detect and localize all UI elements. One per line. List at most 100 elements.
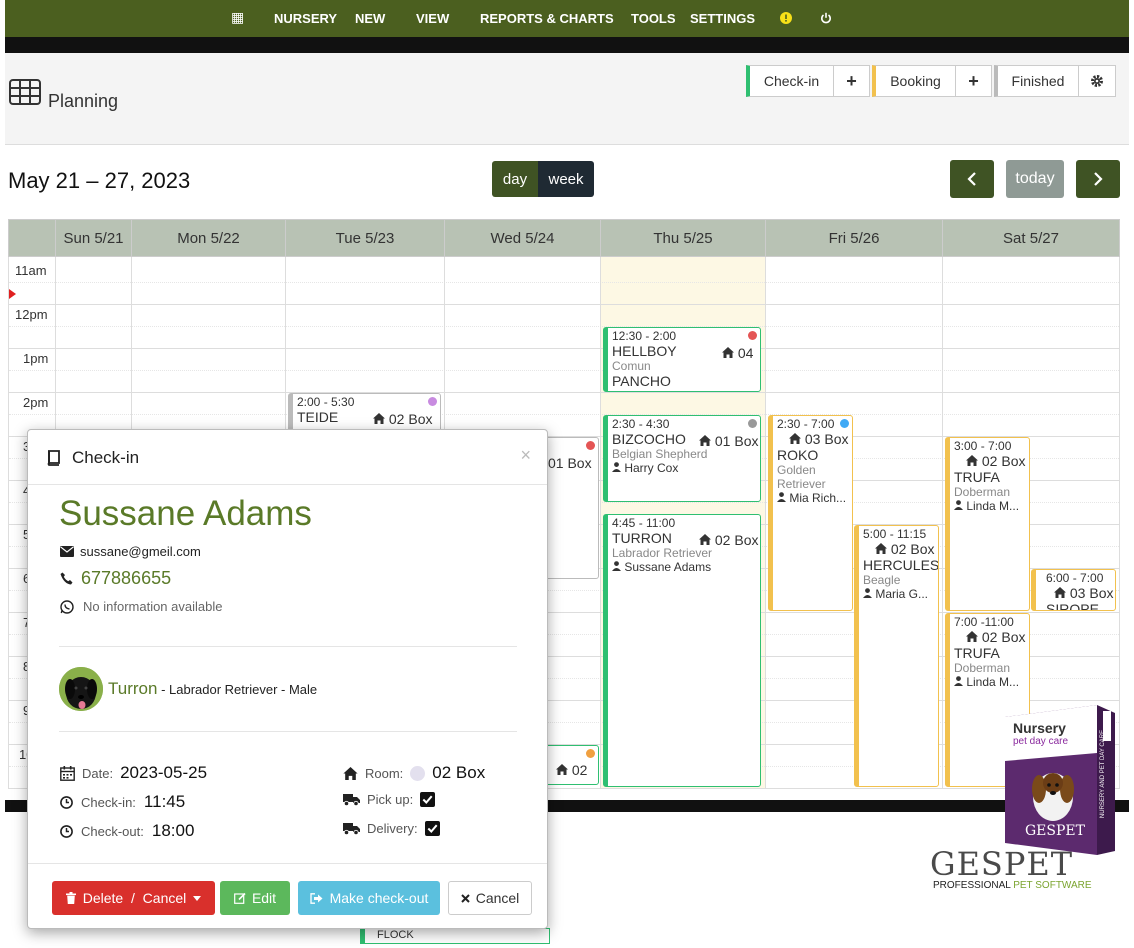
- status-dot: [428, 397, 437, 406]
- event-box: 02 Box: [863, 541, 938, 557]
- home-icon: [875, 543, 887, 554]
- time-label: 12pm: [15, 307, 48, 322]
- checkin-time-value: 11:45: [143, 792, 186, 811]
- warning-icon[interactable]: [780, 12, 792, 27]
- home-icon: [789, 433, 801, 444]
- client-phone[interactable]: 677886655: [81, 568, 171, 589]
- divider: [59, 731, 517, 732]
- view-day-label: day: [502, 170, 528, 188]
- event-box: 02 Box: [954, 629, 1029, 645]
- event-owner: Linda M...: [954, 675, 1029, 689]
- view-day-button[interactable]: day: [492, 161, 538, 197]
- delivery-checkbox[interactable]: [424, 821, 440, 836]
- checkin-button[interactable]: Check-in: [746, 65, 834, 97]
- event-breed: Belgian Shepherd: [612, 447, 708, 461]
- divider: [59, 646, 517, 647]
- delete-cancel-button[interactable]: Delete / Cancel: [52, 881, 215, 915]
- nav-settings[interactable]: SETTINGS: [690, 11, 755, 26]
- home-icon: [1054, 587, 1066, 598]
- event-box: 01 Box: [548, 455, 592, 471]
- home-icon: [966, 631, 978, 642]
- booking-button[interactable]: Booking: [872, 65, 956, 97]
- event-hercules[interactable]: 5:00 - 11:15 02 Box HERCULES Beagle Mari…: [854, 525, 939, 787]
- event-box: 02 Box: [954, 453, 1029, 469]
- status-dot: [586, 441, 595, 450]
- finished-button[interactable]: Finished: [994, 65, 1079, 97]
- user-icon: [777, 492, 786, 502]
- event-trufa[interactable]: 3:00 - 7:00 02 Box TRUFA Doberman Linda …: [945, 437, 1030, 611]
- event-time: 2:30 - 4:30: [612, 417, 670, 431]
- event-box: 04: [722, 345, 753, 361]
- event-turron[interactable]: 4:45 - 11:00 TURRON Labrador Retriever S…: [603, 514, 761, 787]
- event-box: 02 Box: [699, 532, 758, 548]
- room-color-dot: [410, 765, 426, 781]
- checkin-button-label: Check-in: [763, 73, 820, 89]
- nav-view[interactable]: VIEW: [416, 11, 449, 26]
- power-icon[interactable]: [820, 12, 832, 27]
- chevron-right-icon: [1094, 172, 1103, 186]
- product-box-subtitle: pet day care: [1013, 736, 1069, 747]
- next-week-button[interactable]: [1076, 160, 1120, 198]
- whatsapp-icon: [60, 599, 74, 614]
- edit-button[interactable]: Edit: [220, 881, 290, 915]
- add-booking-button[interactable]: +: [955, 65, 992, 97]
- checkin-time-label: Check-in:: [81, 794, 136, 810]
- nav-nursery[interactable]: NURSERY: [274, 11, 337, 26]
- today-label: today: [1015, 170, 1055, 187]
- view-week-button[interactable]: week: [538, 161, 594, 197]
- event-pet-name: TRUFA: [954, 469, 1000, 485]
- nav-reports-charts[interactable]: REPORTS & CHARTS: [480, 11, 614, 26]
- status-dot: [840, 419, 849, 428]
- cancel-label: Cancel: [475, 890, 520, 906]
- user-icon: [863, 588, 872, 598]
- day-header-fri: Fri 5/26: [765, 220, 942, 258]
- event-breed: Doberman: [954, 485, 1011, 499]
- event-owner: PANCHO: [612, 373, 671, 389]
- product-box-image: Nursery pet day care GESPET NURSERY AND …: [1005, 705, 1115, 855]
- prev-week-button[interactable]: [950, 160, 994, 198]
- date-row: Date: 2023-05-25: [60, 763, 207, 783]
- checkout-time-label: Check-out:: [81, 823, 144, 839]
- event-bizcocho[interactable]: 2:30 - 4:30 BIZCOCHO Belgian Shepherd Ha…: [603, 415, 761, 502]
- make-checkout-button[interactable]: Make check-out: [298, 881, 440, 915]
- pet-avatar: [59, 667, 103, 711]
- event-time: 12:30 - 2:00: [612, 329, 677, 343]
- home-icon: [966, 455, 978, 466]
- checkin-time-row: Check-in: 11:45: [60, 792, 185, 812]
- event-owner: Mia Rich...: [777, 491, 852, 505]
- user-icon: [612, 462, 621, 472]
- pet-name[interactable]: Turron: [108, 679, 157, 698]
- day-header-sat: Sat 5/27: [942, 220, 1119, 258]
- event-partial-bottom[interactable]: FLOCK: [360, 928, 550, 944]
- pickup-row: Pick up:: [343, 792, 436, 807]
- event-breed: Comun: [612, 359, 651, 373]
- event-hellboy[interactable]: 12:30 - 2:00 HELLBOY Comun PANCHO 04: [603, 327, 761, 392]
- event-roko[interactable]: 2:30 - 7:00 03 Box ROKO Golden Retriever…: [768, 415, 853, 611]
- user-icon: [954, 676, 963, 686]
- add-checkin-button[interactable]: +: [833, 65, 870, 97]
- plus-icon: +: [846, 70, 857, 91]
- user-icon: [612, 561, 621, 571]
- pickup-checkbox[interactable]: [420, 792, 436, 807]
- cancel-button[interactable]: Cancel: [448, 881, 532, 915]
- gear-icon: [1091, 75, 1103, 87]
- delivery-row: Delivery:: [343, 821, 440, 836]
- nav-tools[interactable]: TOOLS: [631, 11, 676, 26]
- pet-info: Turron - Labrador Retriever - Male: [108, 679, 317, 699]
- pickup-label: Pick up:: [367, 792, 414, 807]
- time-label: 2pm: [23, 395, 49, 410]
- event-owner: Harry Cox: [612, 461, 760, 475]
- event-sirope[interactable]: 6:00 - 7:00 03 Box SIROPE: [1031, 569, 1116, 611]
- apps-grid-icon[interactable]: ▦: [231, 9, 244, 26]
- date-label: Date:: [82, 765, 114, 781]
- close-icon[interactable]: ×: [520, 445, 531, 466]
- nav-new[interactable]: NEW: [355, 11, 385, 26]
- client-email[interactable]: sussane@gmeil.com: [80, 544, 201, 559]
- event-pet-name: SIROPE: [1046, 601, 1099, 611]
- time-label: 1pm: [23, 351, 49, 366]
- settings-gear-button[interactable]: [1078, 65, 1116, 97]
- home-icon: [373, 413, 385, 424]
- event-pet-name: ROKO: [777, 447, 819, 463]
- clock-icon: [60, 795, 73, 809]
- today-button[interactable]: today: [1006, 160, 1064, 198]
